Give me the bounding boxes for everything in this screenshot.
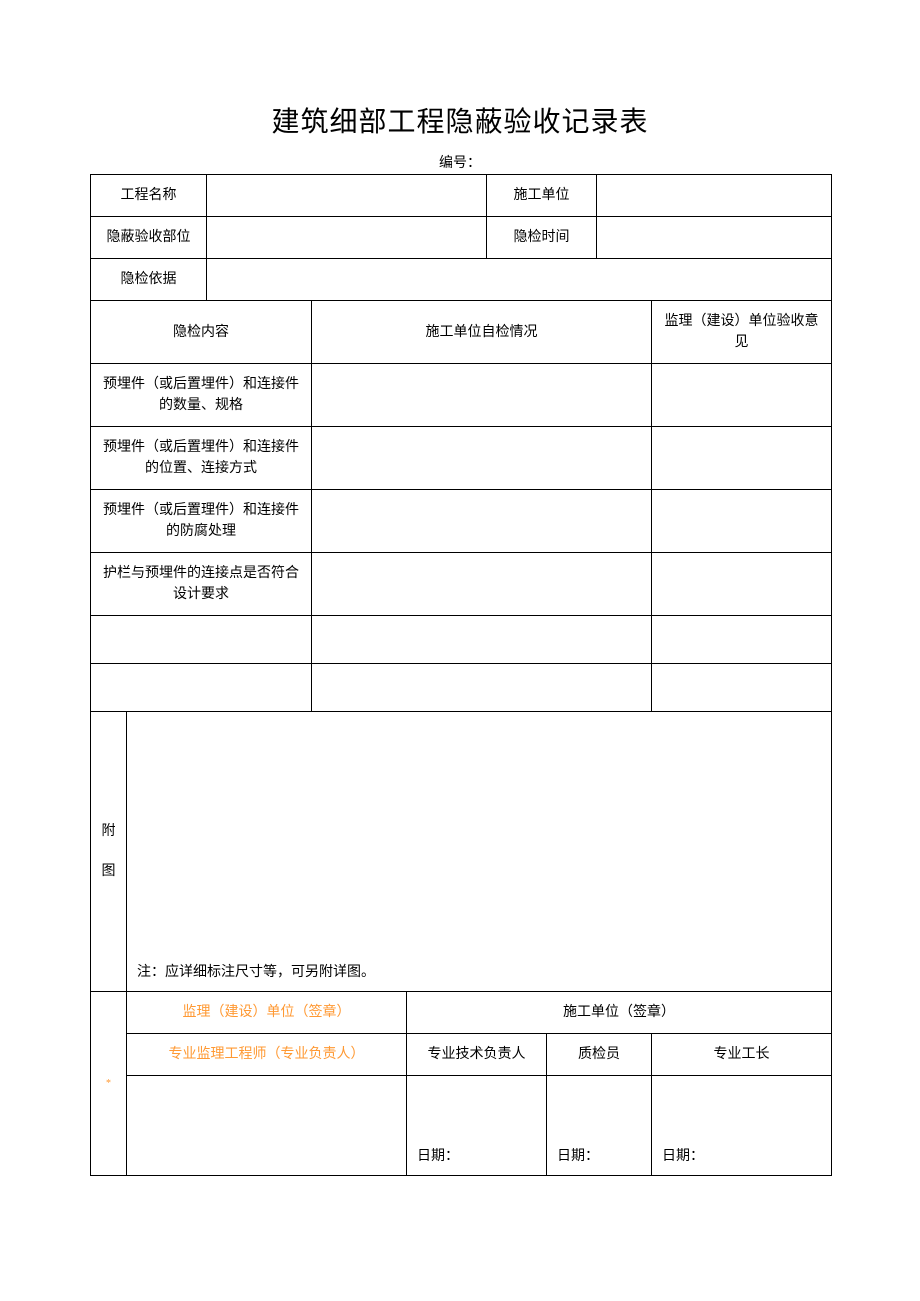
supervisor-engineer-label: 专业监理工程师（专业负责人） <box>127 1034 407 1076</box>
signature-side-label: * <box>91 992 127 1176</box>
row-opinion[interactable] <box>652 427 832 490</box>
qc-label: 质检员 <box>547 1034 652 1076</box>
row-opinion[interactable] <box>652 490 832 553</box>
tech-lead-label: 专业技术负责人 <box>407 1034 547 1076</box>
project-name-value[interactable] <box>207 175 487 217</box>
attachment-area[interactable]: 注：应详细标注尺寸等，可另附详图。 <box>127 712 832 992</box>
row-opinion[interactable] <box>652 616 832 664</box>
document-title: 建筑细部工程隐蔽验收记录表 <box>90 100 830 140</box>
col-self-check: 施工单位自检情况 <box>312 301 652 364</box>
foreman-label: 专业工长 <box>652 1034 832 1076</box>
col-supervisor-opinion: 监理（建设）单位验收意见 <box>652 301 832 364</box>
inspection-time-label: 隐检时间 <box>487 217 597 259</box>
row-content[interactable] <box>91 664 312 712</box>
inspection-part-label: 隐蔽验收部位 <box>91 217 207 259</box>
col-content: 隐检内容 <box>91 301 312 364</box>
row-self-check[interactable] <box>312 427 652 490</box>
inspection-basis-value[interactable] <box>207 259 832 301</box>
row-self-check[interactable] <box>312 553 652 616</box>
qc-sign[interactable]: 日期： <box>547 1076 652 1176</box>
row-self-check[interactable] <box>312 364 652 427</box>
construction-unit-label: 施工单位 <box>487 175 597 217</box>
row-content: 预埋件（或后置埋件）和连接件的数量、规格 <box>91 364 312 427</box>
construction-unit-value[interactable] <box>597 175 832 217</box>
attachment-label: 附 图 <box>91 712 127 992</box>
row-opinion[interactable] <box>652 364 832 427</box>
row-content: 预埋件（或后置埋件）和连接件的位置、连接方式 <box>91 427 312 490</box>
supervisor-engineer-sign[interactable] <box>127 1076 407 1176</box>
foreman-sign[interactable]: 日期： <box>652 1076 832 1176</box>
form-number-label: 编号： <box>90 152 830 172</box>
row-self-check[interactable] <box>312 664 652 712</box>
row-content: 护栏与预埋件的连接点是否符合设计要求 <box>91 553 312 616</box>
construction-unit-stamp: 施工单位（签章） <box>407 992 832 1034</box>
project-name-label: 工程名称 <box>91 175 207 217</box>
supervisor-unit-stamp: 监理（建设）单位（签章） <box>127 992 407 1034</box>
inspection-basis-label: 隐检依据 <box>91 259 207 301</box>
row-opinion[interactable] <box>652 664 832 712</box>
inspection-part-value[interactable] <box>207 217 487 259</box>
row-opinion[interactable] <box>652 553 832 616</box>
tech-lead-sign[interactable]: 日期： <box>407 1076 547 1176</box>
main-table: 工程名称 施工单位 隐蔽验收部位 隐检时间 隐检依据 隐检内容 施工单位自检情况… <box>90 174 832 1176</box>
attachment-note: 注：应详细标注尺寸等，可另附详图。 <box>137 962 821 983</box>
row-content: 预埋件（或后置理件）和连接件的防腐处理 <box>91 490 312 553</box>
inspection-time-value[interactable] <box>597 217 832 259</box>
row-self-check[interactable] <box>312 490 652 553</box>
row-content[interactable] <box>91 616 312 664</box>
row-self-check[interactable] <box>312 616 652 664</box>
